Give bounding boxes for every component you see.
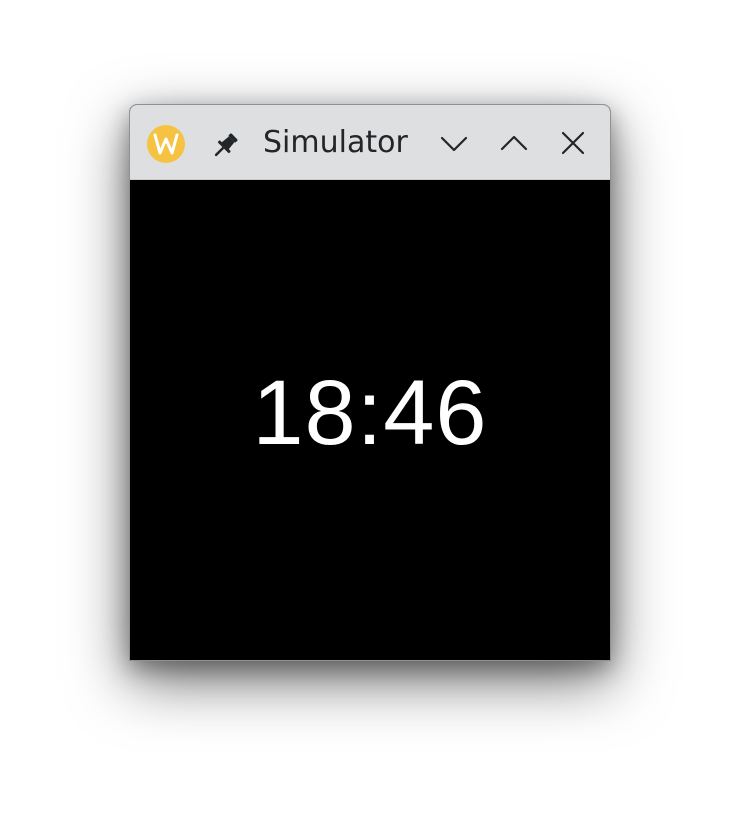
minimize-button[interactable] [436, 125, 472, 161]
pin-icon[interactable] [210, 129, 242, 161]
close-icon [561, 131, 585, 155]
chevron-up-icon [500, 135, 528, 151]
window-titlebar[interactable]: Simulator [130, 105, 610, 180]
close-button[interactable] [555, 125, 591, 161]
maximize-button[interactable] [496, 125, 532, 161]
window-title: Simulator [263, 125, 408, 160]
simulator-screen: 18:46 [130, 180, 610, 660]
wayland-w-icon[interactable] [146, 124, 186, 164]
chevron-down-icon [440, 136, 468, 152]
clock-time: 18:46 [252, 362, 488, 464]
simulator-window: Simulator 18:46 [129, 104, 611, 661]
